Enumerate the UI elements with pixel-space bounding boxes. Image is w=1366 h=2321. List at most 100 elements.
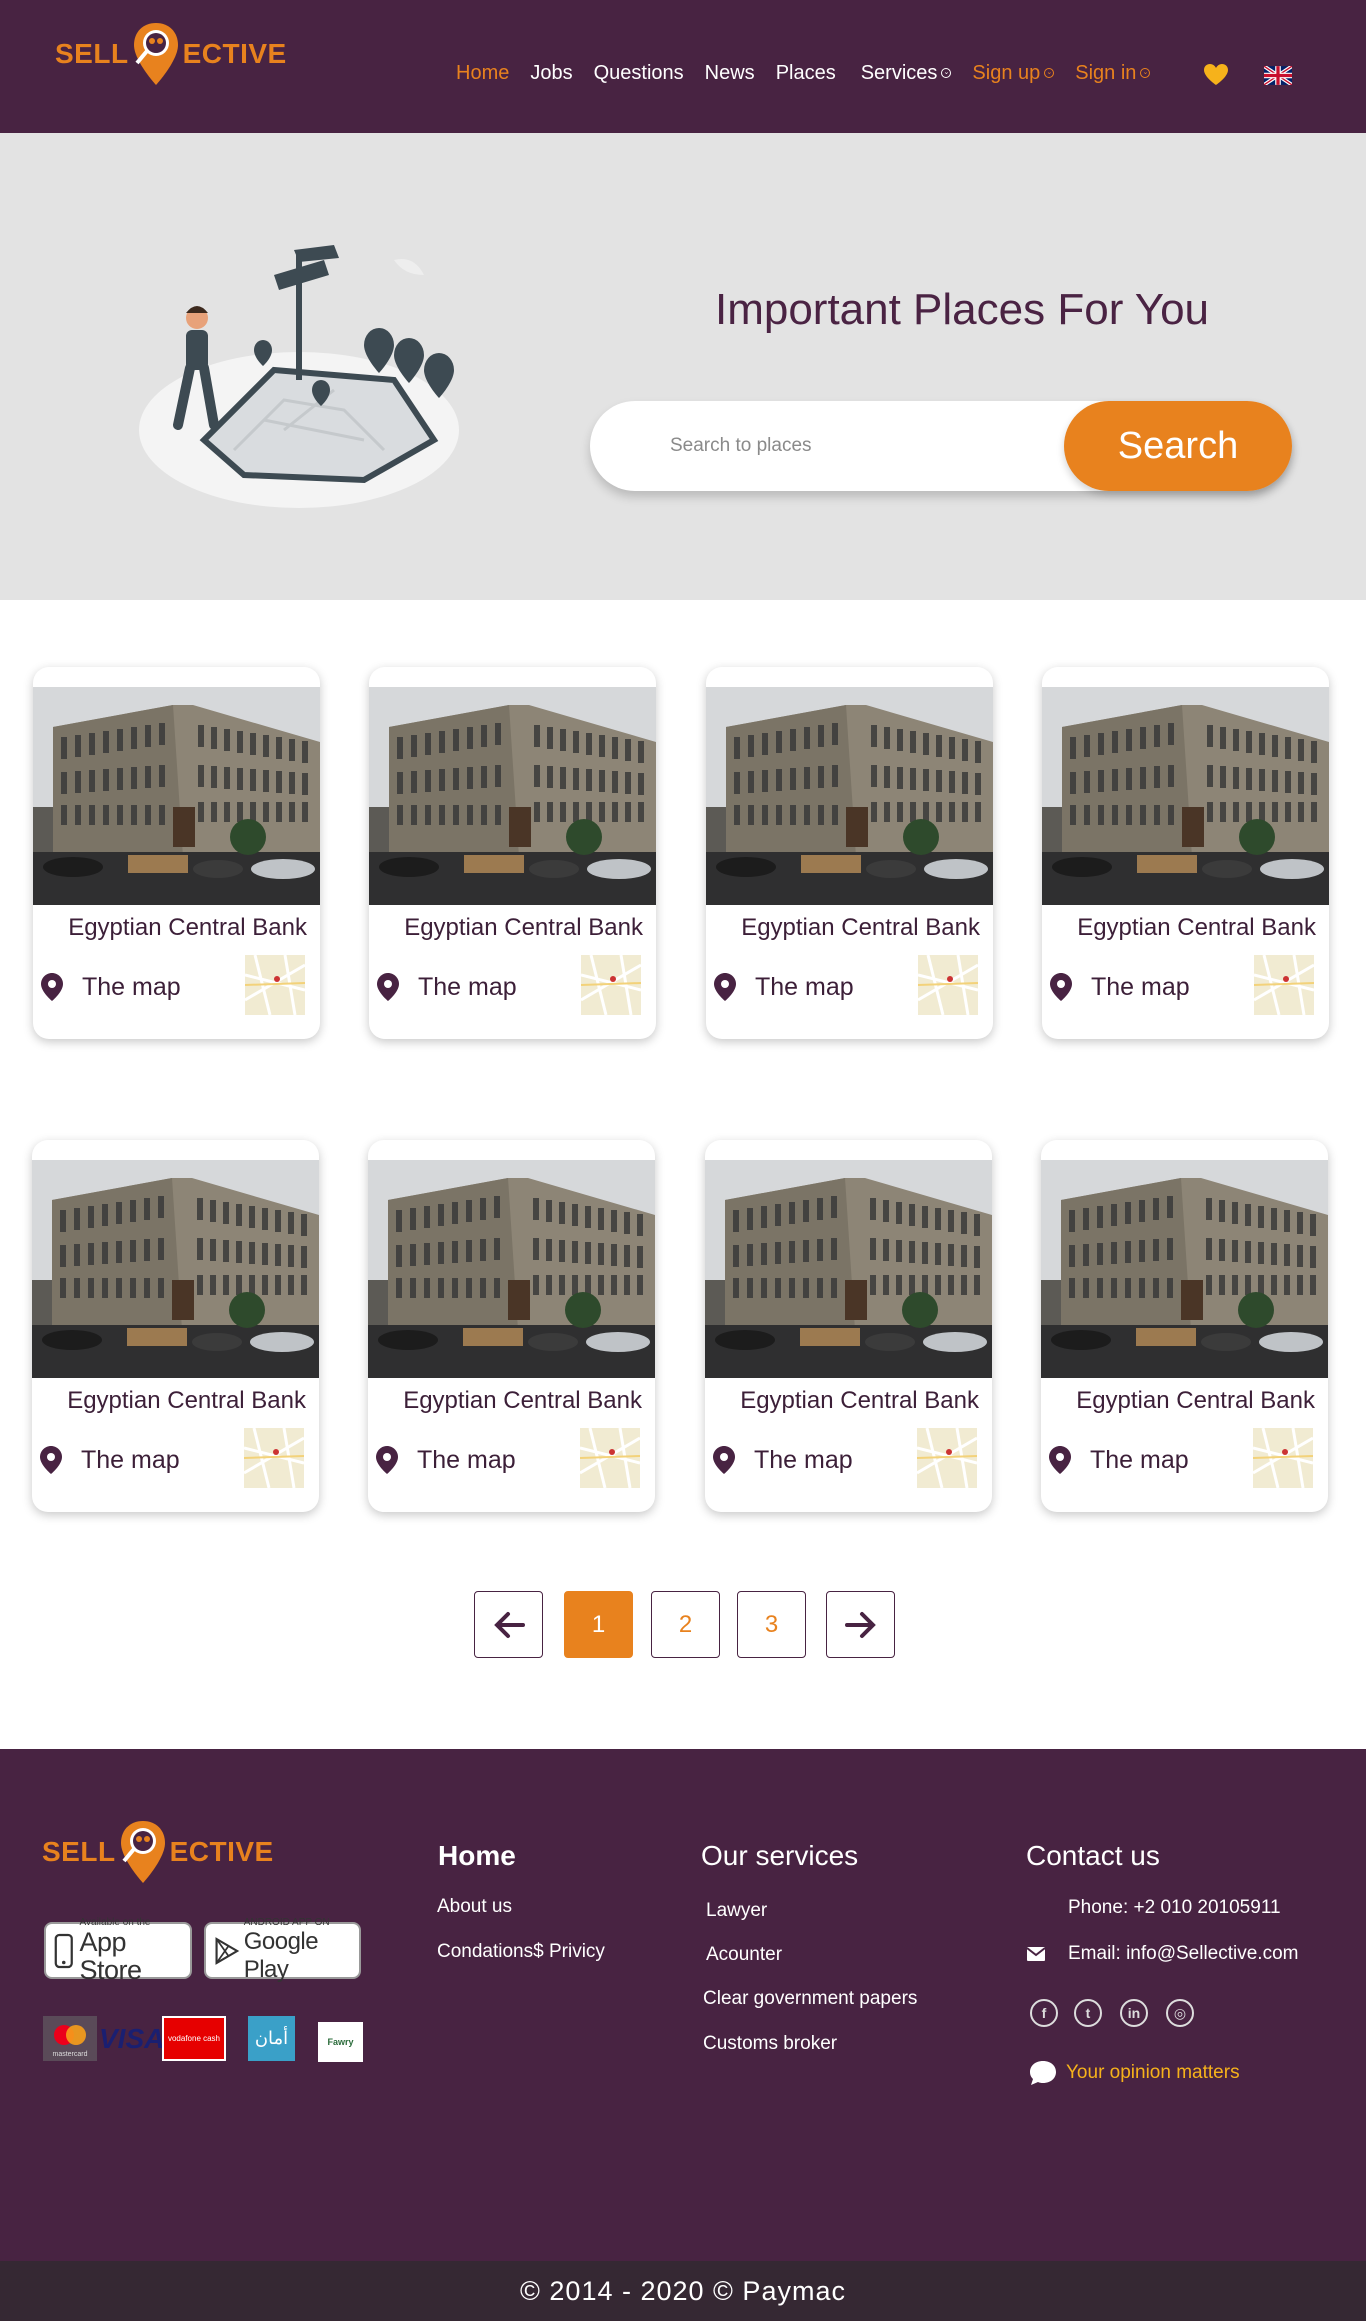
page-1-button[interactable]: 1 (564, 1591, 633, 1658)
nav-jobs[interactable]: Jobs (530, 62, 572, 85)
logo-pin-icon (133, 23, 178, 85)
hero-section: Important Places For You Search (0, 133, 1366, 600)
place-title[interactable]: Egyptian Central Bank (33, 914, 320, 942)
building-photo (368, 1160, 655, 1378)
facebook-icon[interactable]: f (1030, 1999, 1058, 2027)
nav-sign-up[interactable]: Sign up ⌄ (972, 61, 1055, 85)
place-image[interactable] (705, 1160, 992, 1378)
nav-home[interactable]: Home (456, 62, 509, 85)
place-image[interactable] (1041, 1160, 1328, 1378)
footer-home-heading[interactable]: Home (438, 1840, 516, 1872)
footer-brand-logo[interactable]: SELL ECTIVE (42, 1819, 274, 1885)
place-card[interactable]: Egyptian Central Bank The map (1041, 1140, 1328, 1512)
brand-logo[interactable]: SELL ECTIVE (55, 21, 287, 87)
map-link[interactable]: The map (375, 1445, 516, 1475)
place-title[interactable]: Egyptian Central Bank (369, 914, 656, 942)
footer-link-acounter[interactable]: Acounter (706, 1944, 782, 1966)
aman-logo: أمان (248, 2016, 295, 2061)
map-link[interactable]: The map (1048, 1445, 1189, 1475)
building-photo (369, 687, 656, 905)
map-thumbnail[interactable] (580, 1428, 640, 1488)
nav-sign-up-label: Sign up (972, 61, 1041, 84)
map-thumbnail[interactable] (245, 955, 305, 1015)
google-play-big: Google Play (243, 1927, 319, 1983)
place-image[interactable] (32, 1160, 319, 1378)
google-play-badge[interactable]: ANDROID APP ON Google Play (204, 1917, 361, 1983)
place-card[interactable]: Egyptian Central Bank The map (369, 667, 656, 1039)
search-bar: Search (590, 401, 1292, 491)
map-link[interactable]: The map (713, 972, 854, 1002)
place-title[interactable]: Egyptian Central Bank (706, 914, 993, 942)
map-link[interactable]: The map (39, 1445, 180, 1475)
place-image[interactable] (368, 1160, 655, 1378)
prev-page-button[interactable] (474, 1591, 543, 1658)
page-3-button[interactable]: 3 (737, 1591, 806, 1658)
location-pin-icon (41, 973, 63, 1001)
place-image[interactable] (369, 687, 656, 905)
building-photo (1042, 687, 1329, 905)
footer-link-about[interactable]: About us (437, 1896, 512, 1918)
visa-logo: VISA (99, 2016, 164, 2061)
location-pin-icon (376, 1446, 398, 1474)
app-store-badge[interactable]: Available on the App Store (44, 1917, 192, 1984)
footer-link-lawyer[interactable]: Lawyer (706, 1900, 767, 1922)
location-pin-icon (377, 973, 399, 1001)
place-title[interactable]: Egyptian Central Bank (1041, 1387, 1328, 1415)
map-link[interactable]: The map (1049, 972, 1190, 1002)
footer-link-government-papers[interactable]: Clear government papers (703, 1988, 917, 2010)
map-link[interactable]: The map (40, 972, 181, 1002)
google-play-text: ANDROID APP ON Google Play (243, 1917, 351, 1984)
contact-email[interactable]: Email: info@Sellective.com (1027, 1943, 1298, 1965)
nav-questions[interactable]: Questions (594, 62, 684, 85)
nav-questions-label: Questions (593, 61, 684, 84)
place-card[interactable]: Egyptian Central Bank The map (705, 1140, 992, 1512)
map-link-label: The map (754, 1445, 853, 1474)
mastercard-logo: mastercard (43, 2016, 97, 2061)
map-link-label: The map (755, 972, 854, 1001)
search-button[interactable]: Search (1064, 401, 1292, 491)
map-link[interactable]: The map (712, 1445, 853, 1475)
place-card[interactable]: Egyptian Central Bank The map (33, 667, 320, 1039)
map-thumbnail[interactable] (918, 955, 978, 1015)
place-title[interactable]: Egyptian Central Bank (32, 1387, 319, 1415)
place-title[interactable]: Egyptian Central Bank (1042, 914, 1329, 942)
map-link[interactable]: The map (376, 972, 517, 1002)
location-pin-icon (714, 973, 736, 1001)
contact-phone: Phone: +2 010 20105911 (1068, 1897, 1281, 1919)
instagram-icon[interactable]: ◎ (1166, 1999, 1194, 2027)
opinion-link[interactable]: Your opinion matters (1029, 2060, 1240, 2086)
place-image[interactable] (1042, 687, 1329, 905)
place-card[interactable]: Egyptian Central Bank The map (32, 1140, 319, 1512)
nav-services[interactable]: Services ⌄ (861, 62, 952, 85)
uk-flag-icon[interactable] (1264, 66, 1292, 85)
place-card[interactable]: Egyptian Central Bank The map (368, 1140, 655, 1512)
nav-places[interactable]: Places (776, 62, 836, 85)
location-pin-icon (40, 1446, 62, 1474)
next-page-button[interactable] (826, 1591, 895, 1658)
map-thumbnail[interactable] (1254, 955, 1314, 1015)
footer-services-heading: Our services (701, 1840, 859, 1871)
fawry-text: Fawry (327, 2037, 354, 2047)
place-title[interactable]: Egyptian Central Bank (705, 1387, 992, 1415)
map-thumbnail[interactable] (244, 1428, 304, 1488)
nav-sign-in[interactable]: Sign in ⌄ (1075, 62, 1151, 85)
place-image[interactable] (33, 687, 320, 905)
twitter-icon[interactable]: t (1074, 1999, 1102, 2027)
map-thumbnail[interactable] (1253, 1428, 1313, 1488)
footer-link-customs-broker[interactable]: Customs broker (703, 2033, 837, 2055)
map-thumbnail[interactable] (917, 1428, 977, 1488)
map-thumbnail[interactable] (581, 955, 641, 1015)
nav-jobs-label: Jobs (530, 61, 573, 84)
location-pin-icon (1049, 1446, 1071, 1474)
nav-news[interactable]: News (705, 62, 755, 85)
place-card[interactable]: Egyptian Central Bank The map (706, 667, 993, 1039)
site-footer: SELL ECTIVE (0, 1749, 1366, 2261)
place-image[interactable] (706, 687, 993, 905)
search-input[interactable] (670, 431, 1030, 461)
page-2-button[interactable]: 2 (651, 1591, 720, 1658)
linkedin-icon[interactable]: in (1120, 1999, 1148, 2027)
footer-link-privacy[interactable]: Condations$ Privicy (437, 1941, 605, 1963)
place-title[interactable]: Egyptian Central Bank (368, 1387, 655, 1415)
heart-icon[interactable] (1203, 63, 1229, 87)
place-card[interactable]: Egyptian Central Bank The map (1042, 667, 1329, 1039)
